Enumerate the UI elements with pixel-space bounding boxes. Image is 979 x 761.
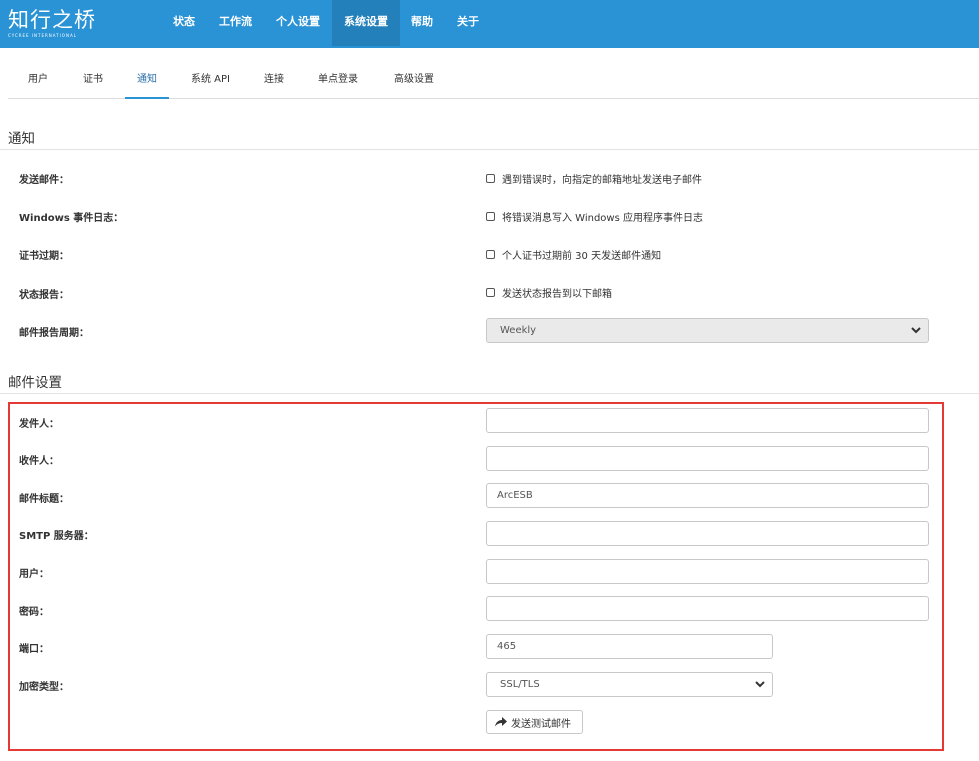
tab-connections[interactable]: 连接	[252, 65, 296, 99]
send-email-checkbox[interactable]	[486, 173, 495, 183]
mail-settings-heading: 邮件设置	[8, 375, 62, 391]
nav-workflow[interactable]: 工作流	[207, 0, 264, 46]
brand-logo[interactable]: 知行之桥 CYCREE INTERNATIONAL	[8, 6, 95, 42]
encryption-select[interactable]: SSL/TLS	[486, 672, 773, 697]
notifications-heading: 通知	[8, 131, 35, 147]
subject-label: 邮件标题：	[19, 494, 69, 505]
brand-tagline: CYCREE INTERNATIONAL	[8, 33, 77, 38]
cert-expiry-label: 证书过期：	[19, 251, 69, 262]
status-report-option-text: 发送状态报告到以下邮箱	[502, 288, 612, 300]
brand-name: 知行之桥	[8, 8, 96, 32]
report-period-select[interactable]: Weekly	[486, 318, 929, 343]
user-input[interactable]	[486, 559, 929, 584]
send-email-label: 发送邮件：	[19, 175, 69, 186]
smtp-server-input[interactable]	[486, 521, 929, 546]
tab-system-api[interactable]: 系统 API	[179, 65, 242, 99]
send-test-email-label: 发送测试邮件	[511, 718, 571, 730]
send-email-option[interactable]: 遇到错误时，向指定的邮箱地址发送电子邮件	[486, 171, 702, 186]
windows-log-option[interactable]: 将错误消息写入 Windows 应用程序事件日志	[486, 209, 703, 224]
status-report-option[interactable]: 发送状态报告到以下邮箱	[486, 285, 612, 300]
send-email-option-text: 遇到错误时，向指定的邮箱地址发送电子邮件	[502, 174, 702, 186]
port-label: 端口：	[19, 644, 49, 655]
sender-input[interactable]	[486, 408, 929, 433]
subject-input[interactable]: ArcESB	[486, 483, 929, 508]
tab-users[interactable]: 用户	[16, 65, 60, 99]
nav-system-settings[interactable]: 系统设置	[332, 0, 400, 46]
windows-log-label: Windows 事件日志：	[19, 213, 124, 224]
windows-log-checkbox[interactable]	[486, 211, 495, 221]
tab-notifications[interactable]: 通知	[125, 65, 169, 99]
user-label: 用户：	[19, 569, 49, 580]
status-report-label: 状态报告：	[19, 290, 69, 301]
password-label: 密码：	[19, 607, 49, 618]
section-divider	[0, 393, 979, 394]
status-report-checkbox[interactable]	[486, 287, 495, 297]
encryption-value: SSL/TLS	[500, 679, 540, 690]
cert-expiry-option[interactable]: 个人证书过期前 30 天发送邮件通知	[486, 247, 662, 262]
cert-expiry-checkbox[interactable]	[486, 249, 495, 259]
tab-certificates[interactable]: 证书	[71, 65, 115, 99]
top-navbar: 知行之桥 CYCREE INTERNATIONAL 状态 工作流 个人设置 系统…	[0, 0, 979, 48]
chevron-down-icon	[755, 681, 765, 688]
tab-advanced[interactable]: 高级设置	[382, 65, 446, 99]
password-input[interactable]	[486, 596, 929, 621]
windows-log-option-text: 将错误消息写入 Windows 应用程序事件日志	[502, 212, 703, 224]
smtp-label: SMTP 服务器：	[19, 531, 94, 542]
nav-help[interactable]: 帮助	[399, 0, 445, 46]
nav-status[interactable]: 状态	[161, 0, 207, 46]
section-divider	[0, 149, 979, 150]
share-arrow-icon	[495, 717, 507, 727]
cert-expiry-option-text: 个人证书过期前 30 天发送邮件通知	[502, 250, 662, 262]
tab-sso[interactable]: 单点登录	[306, 65, 370, 99]
nav-personal-settings[interactable]: 个人设置	[264, 0, 332, 46]
settings-tabs: 用户 证书 通知 系统 API 连接 单点登录 高级设置	[8, 65, 979, 99]
recipient-input[interactable]	[486, 446, 929, 471]
port-input[interactable]: 465	[486, 634, 773, 659]
report-period-value: Weekly	[500, 325, 537, 336]
chevron-down-icon	[911, 327, 921, 334]
nav-about[interactable]: 关于	[445, 0, 491, 46]
send-test-email-button[interactable]: 发送测试邮件	[486, 710, 583, 734]
recipient-label: 收件人：	[19, 456, 59, 467]
report-period-label: 邮件报告周期：	[19, 328, 89, 339]
encryption-label: 加密类型：	[19, 682, 69, 693]
sender-label: 发件人：	[19, 419, 59, 430]
